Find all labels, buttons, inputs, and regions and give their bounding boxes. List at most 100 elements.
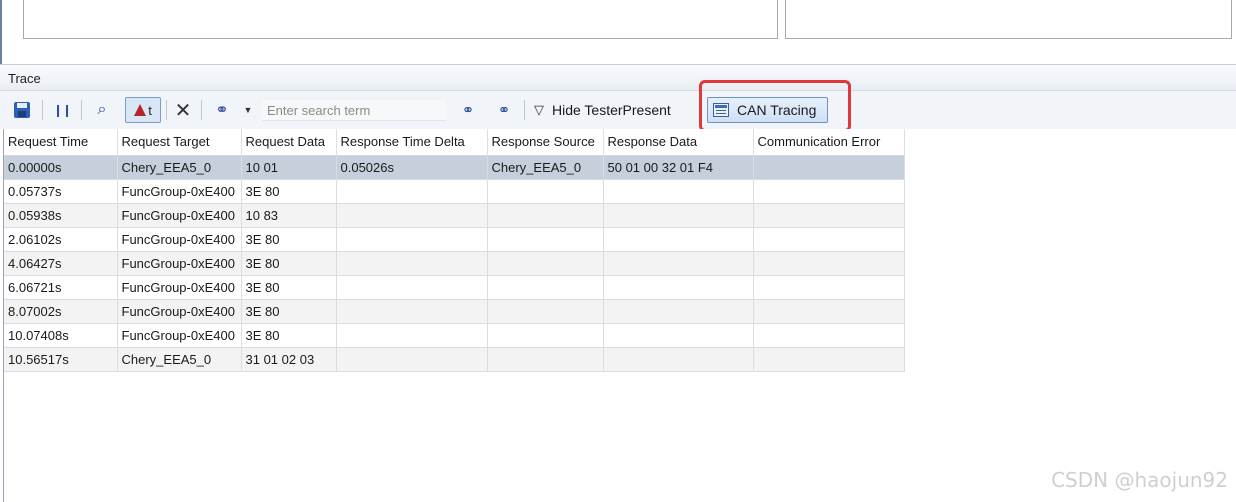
table-cell: [487, 275, 604, 300]
table-cell: [336, 179, 488, 204]
table-cell: [753, 323, 905, 348]
table-cell: 0.05026s: [336, 155, 488, 180]
table-cell: [336, 203, 488, 228]
table-cell: [753, 179, 905, 204]
table-cell: [753, 155, 905, 180]
table-cell: [336, 227, 488, 252]
table-cell: [487, 203, 604, 228]
toolbar-separator: [166, 100, 167, 120]
column-header[interactable]: Response Source: [487, 129, 604, 156]
column-header[interactable]: Communication Error: [753, 129, 905, 156]
table-cell: 10 01: [241, 155, 337, 180]
table-cell: 3E 80: [241, 251, 337, 276]
timestamp-toggle-button[interactable]: t: [125, 97, 161, 123]
table-cell: FuncGroup-0xE400: [117, 203, 242, 228]
toolbar-separator: [42, 100, 43, 120]
table-cell: [336, 323, 488, 348]
table-cell: [603, 179, 754, 204]
table-cell: Chery_EEA5_0: [117, 347, 242, 372]
table-cell: [753, 299, 905, 324]
table-cell: [487, 299, 604, 324]
watermark: CSDN @haojun92: [1051, 468, 1228, 492]
top-left-pane: [23, 0, 778, 39]
trace-toolbar: ❙❙ ⌕ t ✕ ⚭ ▼ ⚭ ⚭ ▽ Hide TesterPresent CA…: [0, 91, 1236, 129]
table-row[interactable]: 10.56517s Chery_EEA5_0 31 01 02 03: [4, 347, 905, 372]
table-row[interactable]: 0.05737s FuncGroup-0xE400 3E 80: [4, 179, 905, 204]
red-triangle-icon: [134, 104, 147, 116]
can-tracing-icon: [713, 103, 729, 117]
clear-icon[interactable]: ✕: [171, 97, 195, 123]
table-cell: 0.05737s: [4, 179, 118, 204]
table-cell: FuncGroup-0xE400: [117, 179, 242, 204]
filter-icon: ▽: [534, 102, 544, 117]
table-cell: [603, 299, 754, 324]
binoculars-icon[interactable]: ⚭: [209, 98, 235, 122]
can-tracing-button[interactable]: CAN Tracing: [707, 97, 828, 123]
table-cell: [603, 347, 754, 372]
table-header-row: Request Time Request Target Request Data…: [4, 129, 905, 156]
find-next-icon[interactable]: ⚭: [492, 98, 516, 122]
table-cell: 10.07408s: [4, 323, 118, 348]
find-previous-icon[interactable]: ⚭: [456, 98, 480, 122]
table-row[interactable]: 10.07408s FuncGroup-0xE400 3E 80: [4, 323, 905, 348]
toolbar-separator: [524, 100, 525, 120]
save-icon[interactable]: [11, 99, 33, 121]
table-cell: 4.06427s: [4, 251, 118, 276]
table-cell: [336, 347, 488, 372]
table-cell: 6.06721s: [4, 275, 118, 300]
table-cell: 10 83: [241, 203, 337, 228]
table-cell: [487, 179, 604, 204]
table-cell: [753, 227, 905, 252]
table-cell: 3E 80: [241, 275, 337, 300]
chevron-down-icon[interactable]: ▼: [242, 100, 254, 120]
table-cell: 3E 80: [241, 179, 337, 204]
table-row[interactable]: 8.07002s FuncGroup-0xE400 3E 80: [4, 299, 905, 324]
column-header[interactable]: Response Time Delta: [336, 129, 488, 156]
top-right-pane: [785, 0, 1232, 39]
table-cell: 0.00000s: [4, 155, 118, 180]
table-cell: [753, 347, 905, 372]
trace-table: Request Time Request Target Request Data…: [4, 129, 905, 372]
table-row[interactable]: 2.06102s FuncGroup-0xE400 3E 80: [4, 227, 905, 252]
hide-testerpresent-button[interactable]: ▽ Hide TesterPresent: [534, 98, 671, 122]
trace-panel-title: Trace: [8, 71, 41, 86]
column-header[interactable]: Response Data: [603, 129, 754, 156]
magnifier-icon[interactable]: ⌕: [91, 99, 113, 121]
table-row[interactable]: 0.00000s Chery_EEA5_0 10 01 0.05026s Che…: [4, 155, 905, 180]
table-row[interactable]: 0.05938s FuncGroup-0xE400 10 83: [4, 203, 905, 228]
column-header[interactable]: Request Target: [117, 129, 242, 156]
table-cell: Chery_EEA5_0: [487, 155, 604, 180]
table-cell: FuncGroup-0xE400: [117, 227, 242, 252]
table-cell: FuncGroup-0xE400: [117, 299, 242, 324]
table-cell: FuncGroup-0xE400: [117, 275, 242, 300]
trace-panel-header: Trace: [0, 64, 1236, 91]
table-cell: 50 01 00 32 01 F4: [603, 155, 754, 180]
table-cell: 3E 80: [241, 299, 337, 324]
table-cell: [603, 323, 754, 348]
pause-icon[interactable]: ❙❙: [52, 99, 72, 121]
table-cell: 3E 80: [241, 227, 337, 252]
table-cell: [336, 275, 488, 300]
column-header[interactable]: Request Data: [241, 129, 337, 156]
table-row[interactable]: 6.06721s FuncGroup-0xE400 3E 80: [4, 275, 905, 300]
table-cell: [336, 299, 488, 324]
table-cell: [487, 251, 604, 276]
toolbar-separator: [201, 100, 202, 120]
table-cell: [487, 347, 604, 372]
table-cell: [336, 251, 488, 276]
table-cell: [753, 275, 905, 300]
table-cell: Chery_EEA5_0: [117, 155, 242, 180]
table-cell: [603, 227, 754, 252]
table-cell: [603, 275, 754, 300]
table-cell: [487, 323, 604, 348]
search-input[interactable]: [262, 100, 446, 121]
table-cell: 2.06102s: [4, 227, 118, 252]
table-cell: [753, 203, 905, 228]
table-cell: 8.07002s: [4, 299, 118, 324]
table-row[interactable]: 4.06427s FuncGroup-0xE400 3E 80: [4, 251, 905, 276]
table-cell: [487, 227, 604, 252]
table-cell: [753, 251, 905, 276]
column-header[interactable]: Request Time: [4, 129, 118, 156]
top-panels: [0, 0, 1236, 64]
table-cell: FuncGroup-0xE400: [117, 251, 242, 276]
